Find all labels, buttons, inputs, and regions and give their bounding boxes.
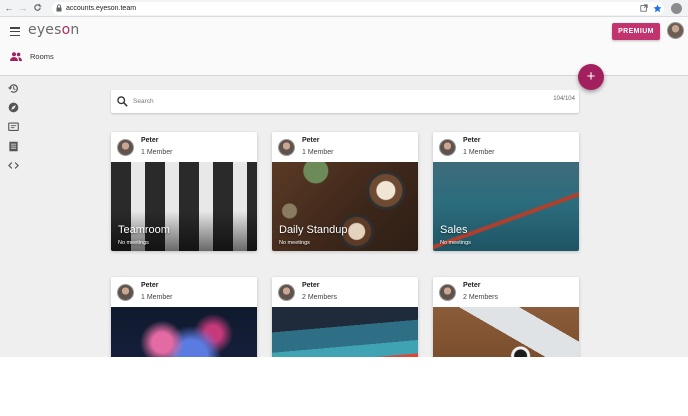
- room-owner: Peter: [141, 137, 159, 144]
- avatar: [278, 139, 295, 156]
- room-card[interactable]: Peter 2 Members: [272, 277, 418, 357]
- room-image: Sales No meetings: [433, 162, 579, 251]
- avatar: [278, 284, 295, 301]
- room-owner: Peter: [302, 137, 320, 144]
- eyeson-logo[interactable]: eyeson: [28, 22, 79, 38]
- room-title: Daily Standup: [279, 224, 348, 236]
- room-owner: Peter: [141, 282, 159, 289]
- list-icon[interactable]: [8, 141, 19, 152]
- room-card-sales[interactable]: Peter 1 Member Sales No meetings: [433, 132, 579, 251]
- lock-icon: [56, 4, 62, 12]
- room-card[interactable]: Peter 1 Member: [111, 277, 257, 357]
- room-image: Teamroom No meetings: [111, 162, 257, 251]
- forward-arrow-icon[interactable]: →: [18, 3, 28, 13]
- search-bar: 104/104: [111, 90, 579, 113]
- room-member-count: 1 Member: [463, 149, 495, 156]
- people-icon: [10, 52, 22, 61]
- bookmark-star-icon[interactable]: [653, 4, 662, 13]
- avatar: [439, 284, 456, 301]
- code-icon[interactable]: [8, 160, 19, 171]
- explore-icon[interactable]: [8, 102, 19, 113]
- room-owner: Peter: [463, 282, 481, 289]
- room-image: [272, 307, 418, 357]
- history-icon[interactable]: [8, 83, 19, 94]
- back-arrow-icon[interactable]: ←: [4, 3, 14, 13]
- room-status: No meetings: [440, 240, 471, 246]
- search-result-count: 104/104: [553, 96, 575, 102]
- room-status: No meetings: [118, 240, 149, 246]
- room-image: [111, 307, 257, 357]
- room-member-count: 2 Members: [463, 294, 499, 301]
- room-title: Teamroom: [118, 224, 170, 236]
- room-member-count: 1 Member: [141, 294, 173, 301]
- avatar: [439, 139, 456, 156]
- room-member-count: 1 Member: [141, 149, 173, 156]
- room-card-daily-standup[interactable]: Peter 1 Member Daily Standup No meetings: [272, 132, 418, 251]
- avatar: [117, 139, 134, 156]
- room-card[interactable]: Peter 2 Members: [433, 277, 579, 357]
- browser-viewport: ← → accounts.eyeson.team eyeson PREMIUM …: [0, 0, 688, 357]
- nav-item-rooms-label: Rooms: [30, 52, 54, 61]
- room-title: Sales: [440, 224, 468, 236]
- room-member-count: 1 Member: [302, 149, 334, 156]
- avatar: [117, 284, 134, 301]
- open-external-icon[interactable]: [640, 4, 648, 12]
- premium-button[interactable]: PREMIUM: [612, 23, 660, 40]
- browser-toolbar: ← → accounts.eyeson.team: [0, 0, 688, 17]
- user-avatar[interactable]: [667, 22, 684, 39]
- browser-profile-avatar[interactable]: [671, 3, 682, 14]
- room-owner: Peter: [463, 137, 481, 144]
- room-member-count: 2 Members: [302, 294, 338, 301]
- search-icon: [117, 96, 128, 107]
- url-text: accounts.eyeson.team: [66, 5, 137, 12]
- room-image: [433, 307, 579, 357]
- reload-glyph-icon: [33, 3, 41, 11]
- address-bar[interactable]: accounts.eyeson.team: [52, 2, 664, 15]
- room-card-teamroom[interactable]: Peter 1 Member Teamroom No meetings: [111, 132, 257, 251]
- add-room-button[interactable]: +: [578, 64, 604, 90]
- hamburger-menu-icon[interactable]: [10, 27, 20, 37]
- search-input[interactable]: [133, 95, 513, 108]
- room-owner: Peter: [302, 282, 320, 289]
- chat-icon[interactable]: [8, 122, 19, 133]
- room-image: Daily Standup No meetings: [272, 162, 418, 251]
- reload-icon[interactable]: [32, 3, 42, 13]
- room-status: No meetings: [279, 240, 310, 246]
